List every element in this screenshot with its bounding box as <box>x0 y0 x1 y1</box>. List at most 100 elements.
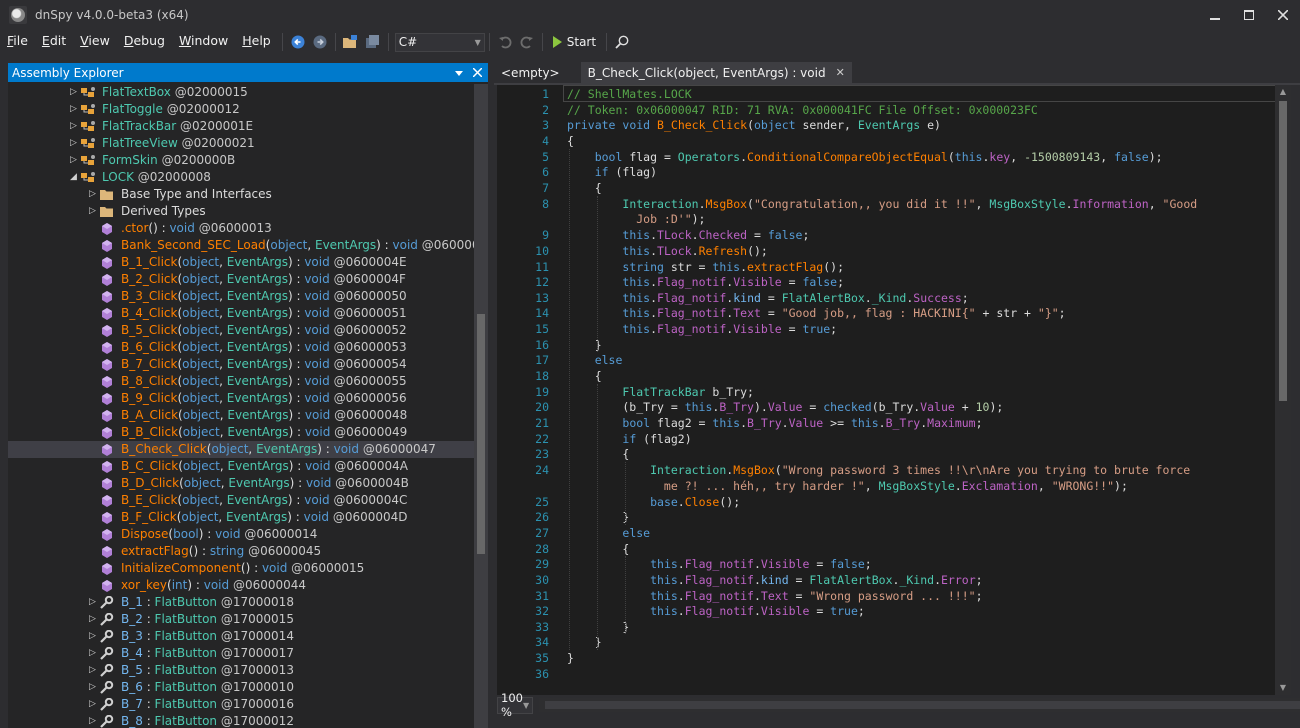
tree-node-method[interactable]: B_7_Click(object, EventArgs) : void @060… <box>8 356 474 373</box>
start-debugging-button[interactable]: Start <box>547 31 602 53</box>
tab-close-icon[interactable]: ✕ <box>836 63 845 83</box>
panel-menu-icon[interactable] <box>455 66 463 80</box>
menu-file[interactable]: File <box>0 30 35 54</box>
navigate-forward-icon[interactable] <box>309 31 331 53</box>
tree-node-method[interactable]: B_3_Click(object, EventArgs) : void @060… <box>8 288 474 305</box>
tab-active-document[interactable]: B_Check_Click(object, EventArgs) : void ✕ <box>580 62 852 83</box>
tree-node-method[interactable]: .ctor() : void @06000013 <box>8 220 474 237</box>
tree-node-method[interactable]: B_5_Click(object, EventArgs) : void @060… <box>8 322 474 339</box>
expand-arrow-icon[interactable]: ▷ <box>89 696 99 713</box>
minimize-icon[interactable] <box>1198 0 1232 30</box>
panel-close-icon[interactable] <box>472 66 483 80</box>
tree-node-method[interactable]: B_6_Click(object, EventArgs) : void @060… <box>8 339 474 356</box>
menu-window[interactable]: Window <box>172 30 235 54</box>
line-number: 31 <box>535 588 549 603</box>
expand-arrow-icon[interactable]: ▷ <box>70 84 80 101</box>
tree-node-method[interactable]: B_A_Click(object, EventArgs) : void @060… <box>8 407 474 424</box>
expand-arrow-icon[interactable]: ▷ <box>89 662 99 679</box>
tree-scrollbar[interactable] <box>474 84 488 728</box>
code-token: Visible <box>733 275 782 290</box>
tree-node-method[interactable]: Dispose(bool) : void @06000014 <box>8 526 474 543</box>
expand-arrow-icon[interactable]: ▷ <box>70 152 80 169</box>
tree-node-property[interactable]: ▷ B_1 : FlatButton @17000018 <box>8 594 474 611</box>
tree-node-folder[interactable]: ▷ Derived Types <box>8 203 474 220</box>
tree-node-property[interactable]: ▷ B_2 : FlatButton @17000015 <box>8 611 474 628</box>
tree-node-method[interactable]: xor_key(int) : void @06000044 <box>8 577 474 594</box>
line-number: 27 <box>535 525 549 540</box>
expand-arrow-icon[interactable]: ▷ <box>89 645 99 662</box>
menu-view[interactable]: View <box>73 30 117 54</box>
type-icon <box>80 169 96 186</box>
tree-node-method[interactable]: B_E_Click(object, EventArgs) : void @060… <box>8 492 474 509</box>
tree-node-method[interactable]: B_D_Click(object, EventArgs) : void @060… <box>8 475 474 492</box>
tree-node-type[interactable]: ▷ FlatTrackBar @0200001E <box>8 118 474 135</box>
line-number: 13 <box>535 290 549 305</box>
tree-node-type[interactable]: ◢ LOCK @02000008 <box>8 169 474 186</box>
tree-node-method[interactable]: B_Check_Click(object, EventArgs) : void … <box>8 441 474 458</box>
method-icon <box>99 458 115 475</box>
code-token: . <box>677 572 685 587</box>
close-icon[interactable] <box>1266 0 1300 30</box>
line-number: 6 <box>542 165 549 180</box>
menu-debug[interactable]: Debug <box>117 30 172 54</box>
tree-node-property[interactable]: ▷ B_7 : FlatButton @17000016 <box>8 696 474 713</box>
tree-node-folder[interactable]: ▷ Base Type and Interfaces <box>8 186 474 203</box>
tree-node-property[interactable]: ▷ B_8 : FlatButton @17000012 <box>8 713 474 728</box>
expand-arrow-icon[interactable]: ▷ <box>89 611 99 628</box>
tree-node-method[interactable]: B_F_Click(object, EventArgs) : void @060… <box>8 509 474 526</box>
expand-arrow-icon[interactable]: ▷ <box>70 101 80 118</box>
zoom-select[interactable]: 100 % ▼ <box>497 691 534 719</box>
menu-edit[interactable]: Edit <box>35 30 73 54</box>
tree-node-property[interactable]: ▷ B_3 : FlatButton @17000014 <box>8 628 474 645</box>
undo-icon[interactable] <box>494 31 516 53</box>
tree-node-property[interactable]: ▷ B_6 : FlatButton @17000010 <box>8 679 474 696</box>
tree-node-method[interactable]: B_1_Click(object, EventArgs) : void @060… <box>8 254 474 271</box>
collapse-arrow-icon[interactable]: ◢ <box>70 169 80 186</box>
maximize-icon[interactable] <box>1232 0 1266 30</box>
tree-node-method[interactable]: B_2_Click(object, EventArgs) : void @060… <box>8 271 474 288</box>
tree-node-type[interactable]: ▷ FlatToggle @02000012 <box>8 101 474 118</box>
open-file-icon[interactable] <box>340 31 362 53</box>
navigate-back-icon[interactable] <box>287 31 309 53</box>
code-token: this <box>712 259 741 274</box>
tree-node-method[interactable]: B_4_Click(object, EventArgs) : void @060… <box>8 305 474 322</box>
expand-arrow-icon[interactable]: ▷ <box>89 186 99 203</box>
tree-node-method[interactable]: B_9_Click(object, EventArgs) : void @060… <box>8 390 474 407</box>
expand-arrow-icon[interactable]: ▷ <box>70 135 80 152</box>
scroll-down-icon[interactable]: ▼ <box>1275 681 1291 695</box>
redo-icon[interactable] <box>516 31 538 53</box>
tab-empty[interactable]: <empty> <box>494 62 567 83</box>
editor-scrollbar-thumb[interactable] <box>1279 101 1287 401</box>
tree-node-type[interactable]: ▷ FlatTreeView @02000021 <box>8 135 474 152</box>
decompiled-code[interactable]: // ShellMates.LOCK// Token: 0x06000047 R… <box>563 85 1275 695</box>
tree-node-method[interactable]: B_C_Click(object, EventArgs) : void @060… <box>8 458 474 475</box>
editor-horizontal-scrollbar[interactable] <box>539 698 1300 712</box>
search-icon[interactable] <box>611 31 633 53</box>
code-token: else <box>622 525 651 540</box>
tree-node-method[interactable]: B_8_Click(object, EventArgs) : void @060… <box>8 373 474 390</box>
tree-node-method[interactable]: extractFlag() : string @06000045 <box>8 543 474 560</box>
save-all-icon[interactable] <box>362 31 384 53</box>
expand-arrow-icon[interactable]: ▷ <box>89 713 99 728</box>
menu-help[interactable]: Help <box>235 30 278 54</box>
tree-scrollbar-thumb[interactable] <box>477 314 485 554</box>
language-select[interactable]: C# ▼ <box>394 32 485 52</box>
expand-arrow-icon[interactable]: ▷ <box>70 118 80 135</box>
expand-arrow-icon[interactable]: ▷ <box>89 594 99 611</box>
tree-node-property[interactable]: ▷ B_5 : FlatButton @17000013 <box>8 662 474 679</box>
horizontal-scrollbar-thumb[interactable] <box>545 701 1300 709</box>
scroll-up-icon[interactable]: ▲ <box>1275 85 1291 99</box>
expand-arrow-icon[interactable]: ▷ <box>89 203 99 220</box>
tree-node-method[interactable]: B_B_Click(object, EventArgs) : void @060… <box>8 424 474 441</box>
expand-arrow-icon[interactable]: ▷ <box>89 679 99 696</box>
tree-node-type[interactable]: ▷ FormSkin @0200000B <box>8 152 474 169</box>
code-line: Interaction.MsgBox("Congratulation,, you… <box>567 196 1197 212</box>
editor-vertical-scrollbar[interactable]: ▲ ▼ <box>1275 85 1291 695</box>
tree-node-type[interactable]: ▷ FlatTextBox @02000015 <box>8 84 474 101</box>
tree-node-method[interactable]: InitializeComponent() : void @06000015 <box>8 560 474 577</box>
expand-arrow-icon[interactable]: ▷ <box>89 628 99 645</box>
tree-node-method[interactable]: Bank_Second_SEC_Load(object, EventArgs) … <box>8 237 474 254</box>
code-editor[interactable]: 1 2 3 4 5 6 7 8 9 10 11 12 13 14 15 16 17 18 19 20 21 22 23 24 2… <box>497 85 1291 695</box>
tree-node-property[interactable]: ▷ B_4 : FlatButton @17000017 <box>8 645 474 662</box>
